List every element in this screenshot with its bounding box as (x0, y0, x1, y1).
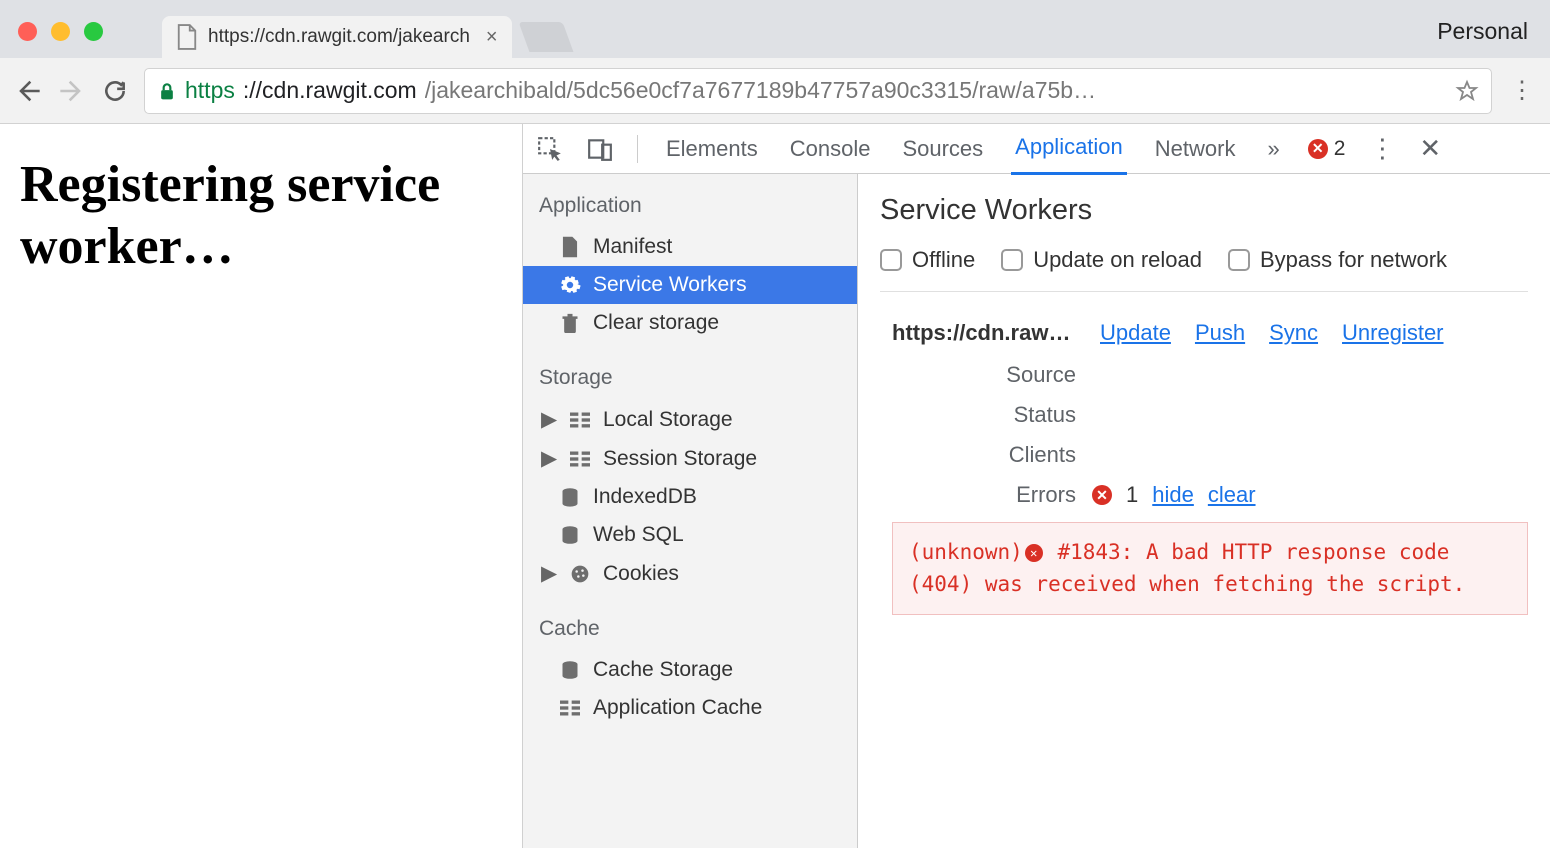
error-source: (unknown) (909, 540, 1023, 564)
sidebar-item-cache-storage[interactable]: Cache Storage (523, 651, 857, 689)
sw-errors-label: Errors (880, 482, 1092, 508)
window-traffic-lights[interactable] (18, 22, 103, 41)
expand-triangle-icon[interactable]: ▶ (541, 561, 553, 586)
url-scheme: https (185, 77, 235, 104)
file-icon (176, 24, 198, 50)
sidebar-item-manifest[interactable]: Manifest (523, 228, 857, 266)
url-host: ://cdn.rawgit.com (243, 77, 417, 104)
bookmark-star-icon[interactable] (1455, 79, 1479, 103)
maximize-window-icon[interactable] (84, 22, 103, 41)
error-icon: ✕ (1025, 544, 1043, 562)
tab-application[interactable]: Application (1011, 122, 1127, 175)
page-heading: Registering service worker… (20, 154, 502, 279)
expand-triangle-icon[interactable]: ▶ (541, 446, 553, 471)
url-path: /jakearchibald/5dc56e0cf7a7677189b47757a… (425, 77, 1447, 104)
sidebar-item-label: Manifest (593, 235, 672, 259)
application-sidebar: Application Manifest Service Workers Cle… (523, 174, 858, 848)
devtools-panel: Elements Console Sources Application Net… (522, 124, 1550, 848)
devtools-close-button[interactable]: ✕ (1419, 133, 1441, 164)
sw-error-message: (unknown)✕ #1843: A bad HTTP response co… (892, 522, 1528, 615)
sw-source-label: Source (880, 362, 1092, 388)
sidebar-item-indexeddb[interactable]: IndexedDB (523, 478, 857, 516)
separator (637, 135, 638, 163)
devtools-menu-button[interactable]: ⋮ (1369, 133, 1395, 164)
error-indicator[interactable]: ✕ 2 (1308, 137, 1346, 161)
inspect-element-icon[interactable] (537, 136, 563, 162)
browser-tab[interactable]: https://cdn.rawgit.com/jakearch × (162, 16, 512, 58)
reload-button[interactable] (102, 78, 128, 104)
tab-elements[interactable]: Elements (662, 124, 762, 174)
sidebar-item-label: Local Storage (603, 408, 733, 432)
address-bar[interactable]: https ://cdn.rawgit.com/jakearchibald/5dc… (144, 68, 1492, 114)
grid-icon (559, 697, 581, 719)
new-tab-button[interactable] (518, 22, 573, 52)
sw-origin: https://cdn.rawg… (880, 320, 1080, 346)
database-icon (559, 524, 581, 546)
error-count: 2 (1334, 137, 1346, 161)
back-button[interactable] (14, 77, 42, 105)
sidebar-section-application: Application (523, 188, 857, 228)
sidebar-item-application-cache[interactable]: Application Cache (523, 689, 857, 727)
sw-errors-hide-link[interactable]: hide (1152, 482, 1194, 508)
sidebar-section-storage: Storage (523, 360, 857, 400)
database-icon (559, 486, 581, 508)
sw-unregister-link[interactable]: Unregister (1342, 320, 1443, 346)
sw-status-label: Status (880, 402, 1092, 428)
error-icon: ✕ (1308, 139, 1328, 159)
gear-icon (559, 274, 581, 296)
sw-push-link[interactable]: Push (1195, 320, 1245, 346)
sw-sync-link[interactable]: Sync (1269, 320, 1318, 346)
browser-menu-button[interactable]: ⋮ (1508, 76, 1536, 105)
sidebar-item-websql[interactable]: Web SQL (523, 516, 857, 554)
tab-title: https://cdn.rawgit.com/jakearch (208, 26, 470, 48)
sidebar-item-clear-storage[interactable]: Clear storage (523, 304, 857, 342)
grid-icon (569, 409, 591, 431)
sidebar-item-label: Cache Storage (593, 658, 733, 682)
sidebar-item-label: Clear storage (593, 311, 719, 335)
checkbox-icon (1228, 249, 1250, 271)
update-on-reload-checkbox[interactable]: Update on reload (1001, 247, 1202, 273)
trash-icon (559, 312, 581, 334)
lock-icon (157, 80, 177, 102)
sidebar-item-label: IndexedDB (593, 485, 697, 509)
forward-button (58, 77, 86, 105)
page-content: Registering service worker… (0, 124, 522, 848)
sidebar-item-cookies[interactable]: ▶ Cookies (523, 554, 857, 593)
database-icon (559, 659, 581, 681)
minimize-window-icon[interactable] (51, 22, 70, 41)
close-tab-icon[interactable]: × (486, 26, 498, 49)
device-toolbar-icon[interactable] (587, 136, 613, 162)
tab-console[interactable]: Console (786, 124, 875, 174)
tab-sources[interactable]: Sources (898, 124, 987, 174)
close-window-icon[interactable] (18, 22, 37, 41)
offline-checkbox[interactable]: Offline (880, 247, 975, 273)
checkbox-icon (1001, 249, 1023, 271)
sidebar-item-session-storage[interactable]: ▶ Session Storage (523, 439, 857, 478)
service-workers-panel: Service Workers Offline Update on reload… (858, 174, 1550, 848)
sidebar-section-cache: Cache (523, 611, 857, 651)
tab-network[interactable]: Network (1151, 124, 1240, 174)
sidebar-item-label: Web SQL (593, 523, 684, 547)
expand-triangle-icon[interactable]: ▶ (541, 407, 553, 432)
error-icon: ✕ (1092, 485, 1112, 505)
checkbox-icon (880, 249, 902, 271)
bypass-for-network-checkbox[interactable]: Bypass for network (1228, 247, 1447, 273)
profile-label[interactable]: Personal (1437, 18, 1528, 45)
file-icon (559, 236, 581, 258)
sidebar-item-service-workers[interactable]: Service Workers (523, 266, 857, 304)
sidebar-item-label: Cookies (603, 562, 679, 586)
sw-clients-label: Clients (880, 442, 1092, 468)
panel-title: Service Workers (880, 194, 1528, 227)
sidebar-item-label: Service Workers (593, 273, 747, 297)
sw-errors-clear-link[interactable]: clear (1208, 482, 1256, 508)
grid-icon (569, 448, 591, 470)
sidebar-item-label: Application Cache (593, 696, 762, 720)
sw-update-link[interactable]: Update (1100, 320, 1171, 346)
sw-error-count: 1 (1126, 482, 1138, 508)
sidebar-item-label: Session Storage (603, 447, 757, 471)
tabs-overflow[interactable]: » (1263, 124, 1283, 174)
cookie-icon (569, 563, 591, 585)
sidebar-item-local-storage[interactable]: ▶ Local Storage (523, 400, 857, 439)
